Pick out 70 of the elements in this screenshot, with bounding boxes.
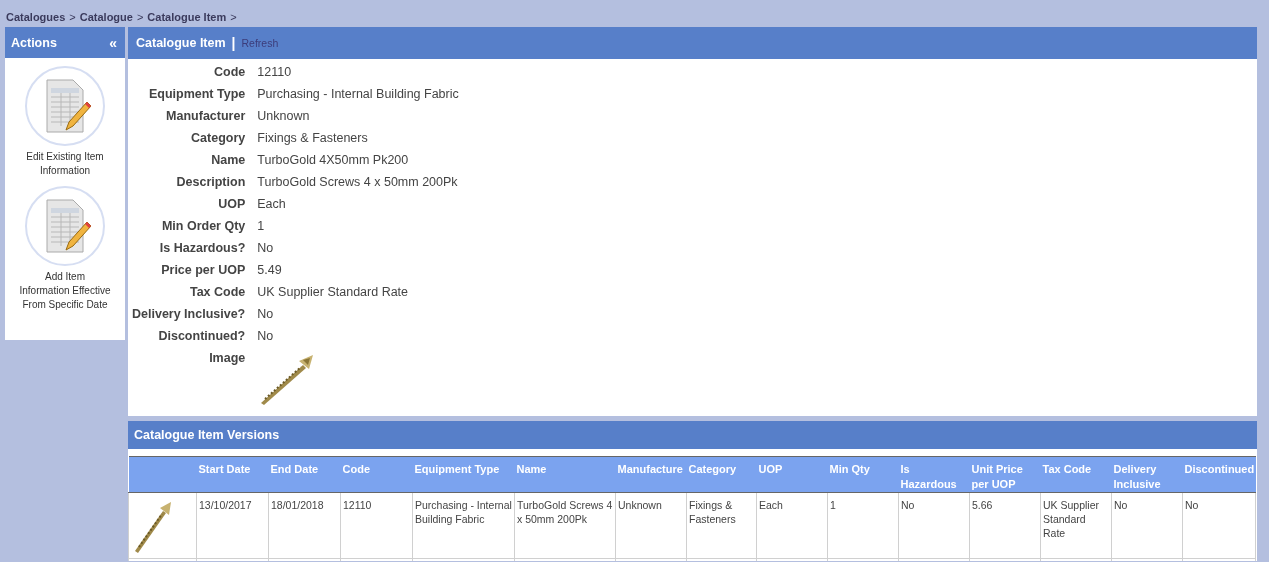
field-value: Purchasing - Internal Building Fabric [257,86,460,103]
field-label: Name [210,152,246,169]
table-cell: 5.66 [969,492,1041,559]
field-value: 1 [257,218,266,235]
action-button[interactable]: Add Item Information Effective From Specific Date [19,178,111,312]
field-value: No [257,306,275,323]
breadcrumb-separator: > [230,11,237,23]
column-header: Start Date [196,456,269,493]
panel-title: Catalogue Item Versions [134,428,280,442]
field-label: Is Hazardous? [158,240,246,257]
field-value: Each [257,196,287,213]
field-value: TurboGold Screws 4 x 50mm 200Pk [257,174,459,191]
field-label: UOP [217,196,246,213]
table-cell: Purchasing - Internal Building Fabric [412,492,515,559]
field-value: UK Supplier Standard Rate [257,284,410,301]
table-cell: Fixings & Fasteners [686,492,757,559]
field-value: 12110 [257,64,293,81]
panel-title: Catalogue Item [136,36,226,50]
column-header: Category [686,456,757,493]
edit-document-icon [25,186,105,266]
field-label: Tax Code [188,284,246,301]
table-cell: 12110 [340,492,413,559]
column-header: Discontinued [1182,456,1256,493]
column-header: End Date [268,456,341,493]
breadcrumb-link[interactable]: Catalogue [79,11,133,23]
breadcrumb-separator: > [69,11,76,23]
table-cell: 13/10/2017 [196,492,269,559]
field-label: Category [190,130,246,147]
column-header: Is Hazardous [898,456,970,493]
collapse-button[interactable]: « [109,34,117,51]
column-header: Unit Price per UOP [969,456,1041,493]
field-label: Description [175,174,246,191]
column-header: Equipment Type [412,456,515,493]
table-cell: Each [756,492,828,559]
breadcrumb-separator: > [136,11,144,23]
field-value: TurboGold 4X50mm Pk200 [257,152,410,169]
edit-document-icon [25,66,105,146]
table-cell: No [898,492,970,559]
field-value: No [257,328,275,345]
field-value: Unknown [257,108,311,125]
table-cell: No [1111,492,1183,559]
column-header: Min Qty [827,456,899,493]
table-cell: 1 [827,492,899,559]
breadcrumb-link[interactable]: Catalogue Item [147,11,227,23]
field-value: 5.49 [257,262,283,279]
field-value: Fixings & Fasteners [257,130,369,147]
table-cell: Unknown [615,492,687,559]
column-header: Name [514,456,616,493]
column-header: UOP [756,456,828,493]
column-header: Code [340,456,413,493]
breadcrumb-link[interactable]: Catalogues [6,11,66,23]
table-cell: TurboGold Screws 4 x 50mm 200Pk [514,492,616,559]
field-label: Min Order Qty [160,218,246,235]
column-header: Tax Code [1040,456,1112,493]
table-cell: No [1182,492,1256,559]
field-label: Code [213,64,246,81]
field-value: No [257,240,275,257]
title-divider: | [231,35,236,51]
field-label: Price per UOP [160,262,246,279]
field-label: Manufacturer [165,108,246,125]
panel-title: Actions [11,35,57,50]
action-button[interactable]: Edit Existing Item Information [19,58,111,178]
table-cell: UK Supplier Standard Rate [1040,492,1112,559]
column-header: Delivery Inclusive [1111,456,1183,493]
field-label: Equipment Type [147,86,246,103]
field-label: Image [208,350,246,367]
column-header: Manufacture [615,456,687,493]
table-cell: 18/01/2018 [268,492,341,559]
field-label: Discontinued? [157,328,246,345]
field-label: Delivery Inclusive? [132,306,246,323]
